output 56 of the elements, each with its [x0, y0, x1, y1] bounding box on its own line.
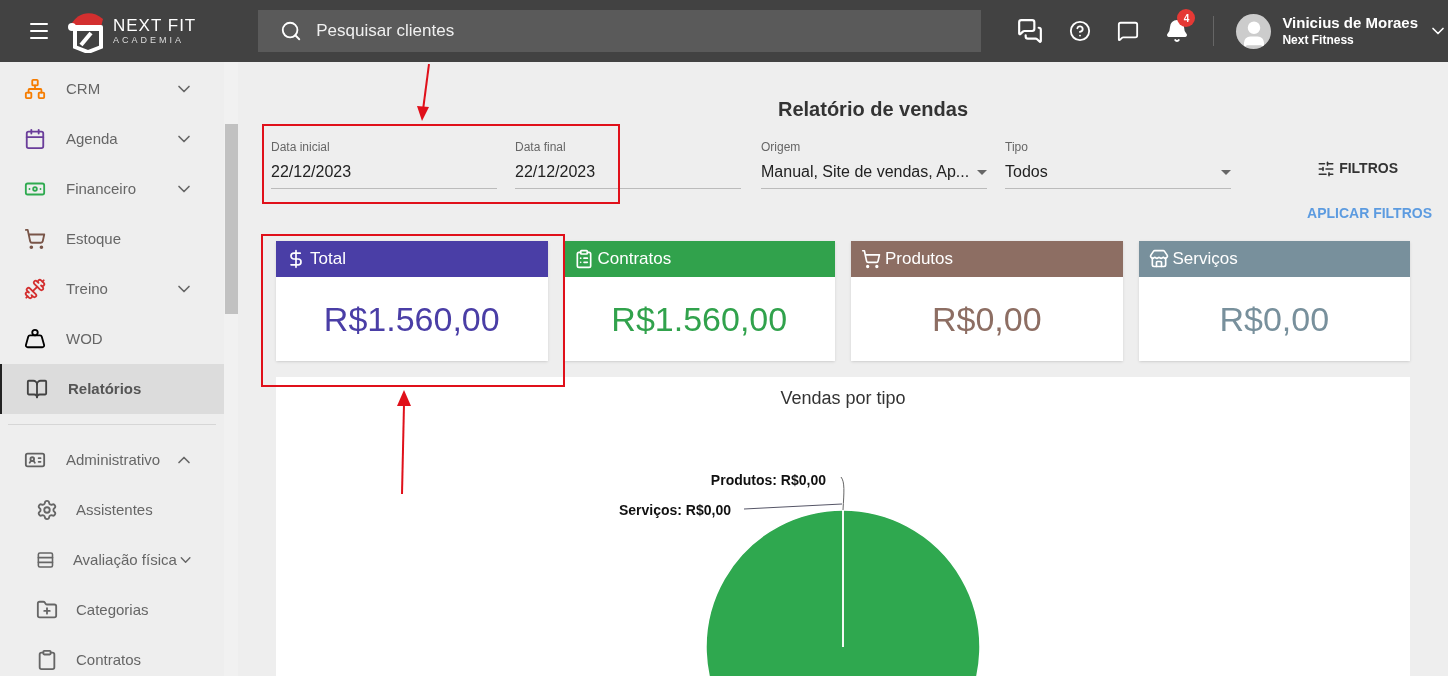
data-label: Produtos: R$0,00	[710, 472, 826, 488]
page-title: Relatório de vendas	[776, 97, 970, 122]
filters-button[interactable]: FILTROS	[1317, 158, 1398, 179]
logo-title: NEXT FIT	[113, 17, 197, 34]
card-header: Produtos	[851, 241, 1123, 277]
dropdown-caret-icon	[977, 169, 987, 175]
chat-icon[interactable]	[1117, 20, 1140, 42]
sidebar-item[interactable]: WOD	[0, 314, 224, 364]
notification-badge: 4	[1177, 9, 1196, 27]
sidebar-item[interactable]: Assistentes	[0, 485, 224, 535]
gear-icon	[36, 499, 58, 521]
cart-icon	[24, 228, 46, 250]
list-icon	[36, 549, 55, 571]
card-header: Serviços	[1138, 241, 1410, 277]
company-name: Next Fitness	[1282, 32, 1355, 48]
notifications-button[interactable]: 4	[1165, 9, 1196, 43]
chart-title: Vendas por tipo	[779, 387, 907, 410]
sidebar-item[interactable]: CRM	[0, 64, 224, 114]
chat-bubbles-icon[interactable]	[1017, 18, 1044, 44]
sidebar-item[interactable]: Financeiro	[0, 164, 224, 214]
avatar[interactable]	[1236, 13, 1272, 49]
sidebar-item[interactable]: Treino	[0, 264, 224, 314]
card-value: R$1.560,00	[322, 298, 501, 340]
user-name: Vinicius de Moraes	[1282, 14, 1418, 33]
select-field[interactable]: Tipo Todos	[1005, 138, 1231, 189]
select-field[interactable]: Origem Manual, Site de vendas, Ap...	[761, 138, 987, 189]
sidebar-item[interactable]: Administrativo	[0, 435, 224, 485]
book-icon	[26, 378, 48, 400]
card-value: R$1.560,00	[610, 298, 789, 340]
kettlebell-icon	[24, 328, 46, 350]
search-field[interactable]: Pesquisar clientes	[258, 10, 982, 52]
folder-plus-icon	[36, 599, 58, 621]
card-header: Total	[276, 241, 548, 277]
logo-subtitle: ACADEMIA	[113, 36, 185, 45]
card-header: Contratos	[563, 241, 835, 277]
input-field[interactable]: Data final 22/12/2023	[515, 138, 741, 189]
data-label: Serviços: R$0,00	[618, 502, 731, 518]
dumbbell-icon	[24, 278, 46, 300]
filter-icon	[1317, 159, 1336, 178]
search-icon	[280, 20, 303, 42]
sidebar-item[interactable]: Avaliação física	[0, 535, 224, 585]
sidebar-item[interactable]: Relatórios	[0, 364, 224, 414]
sidebar-item[interactable]: Estoque	[0, 214, 224, 264]
calendar-icon	[24, 128, 46, 150]
help-icon[interactable]	[1069, 20, 1092, 42]
dropdown-caret-icon	[1221, 169, 1231, 175]
sidebar-item[interactable]: Agenda	[0, 114, 224, 164]
sidebar-item[interactable]: Contratos	[0, 635, 224, 676]
card-value: R$0,00	[930, 298, 1043, 340]
input-field[interactable]: Data inicial 22/12/2023	[271, 138, 497, 189]
store-icon	[1148, 249, 1169, 269]
clipboard-icon	[36, 649, 58, 671]
card-value: R$0,00	[1218, 298, 1331, 340]
network-icon	[24, 78, 46, 100]
sidebar-item[interactable]: Categorias	[0, 585, 224, 635]
cart-icon	[861, 249, 881, 269]
